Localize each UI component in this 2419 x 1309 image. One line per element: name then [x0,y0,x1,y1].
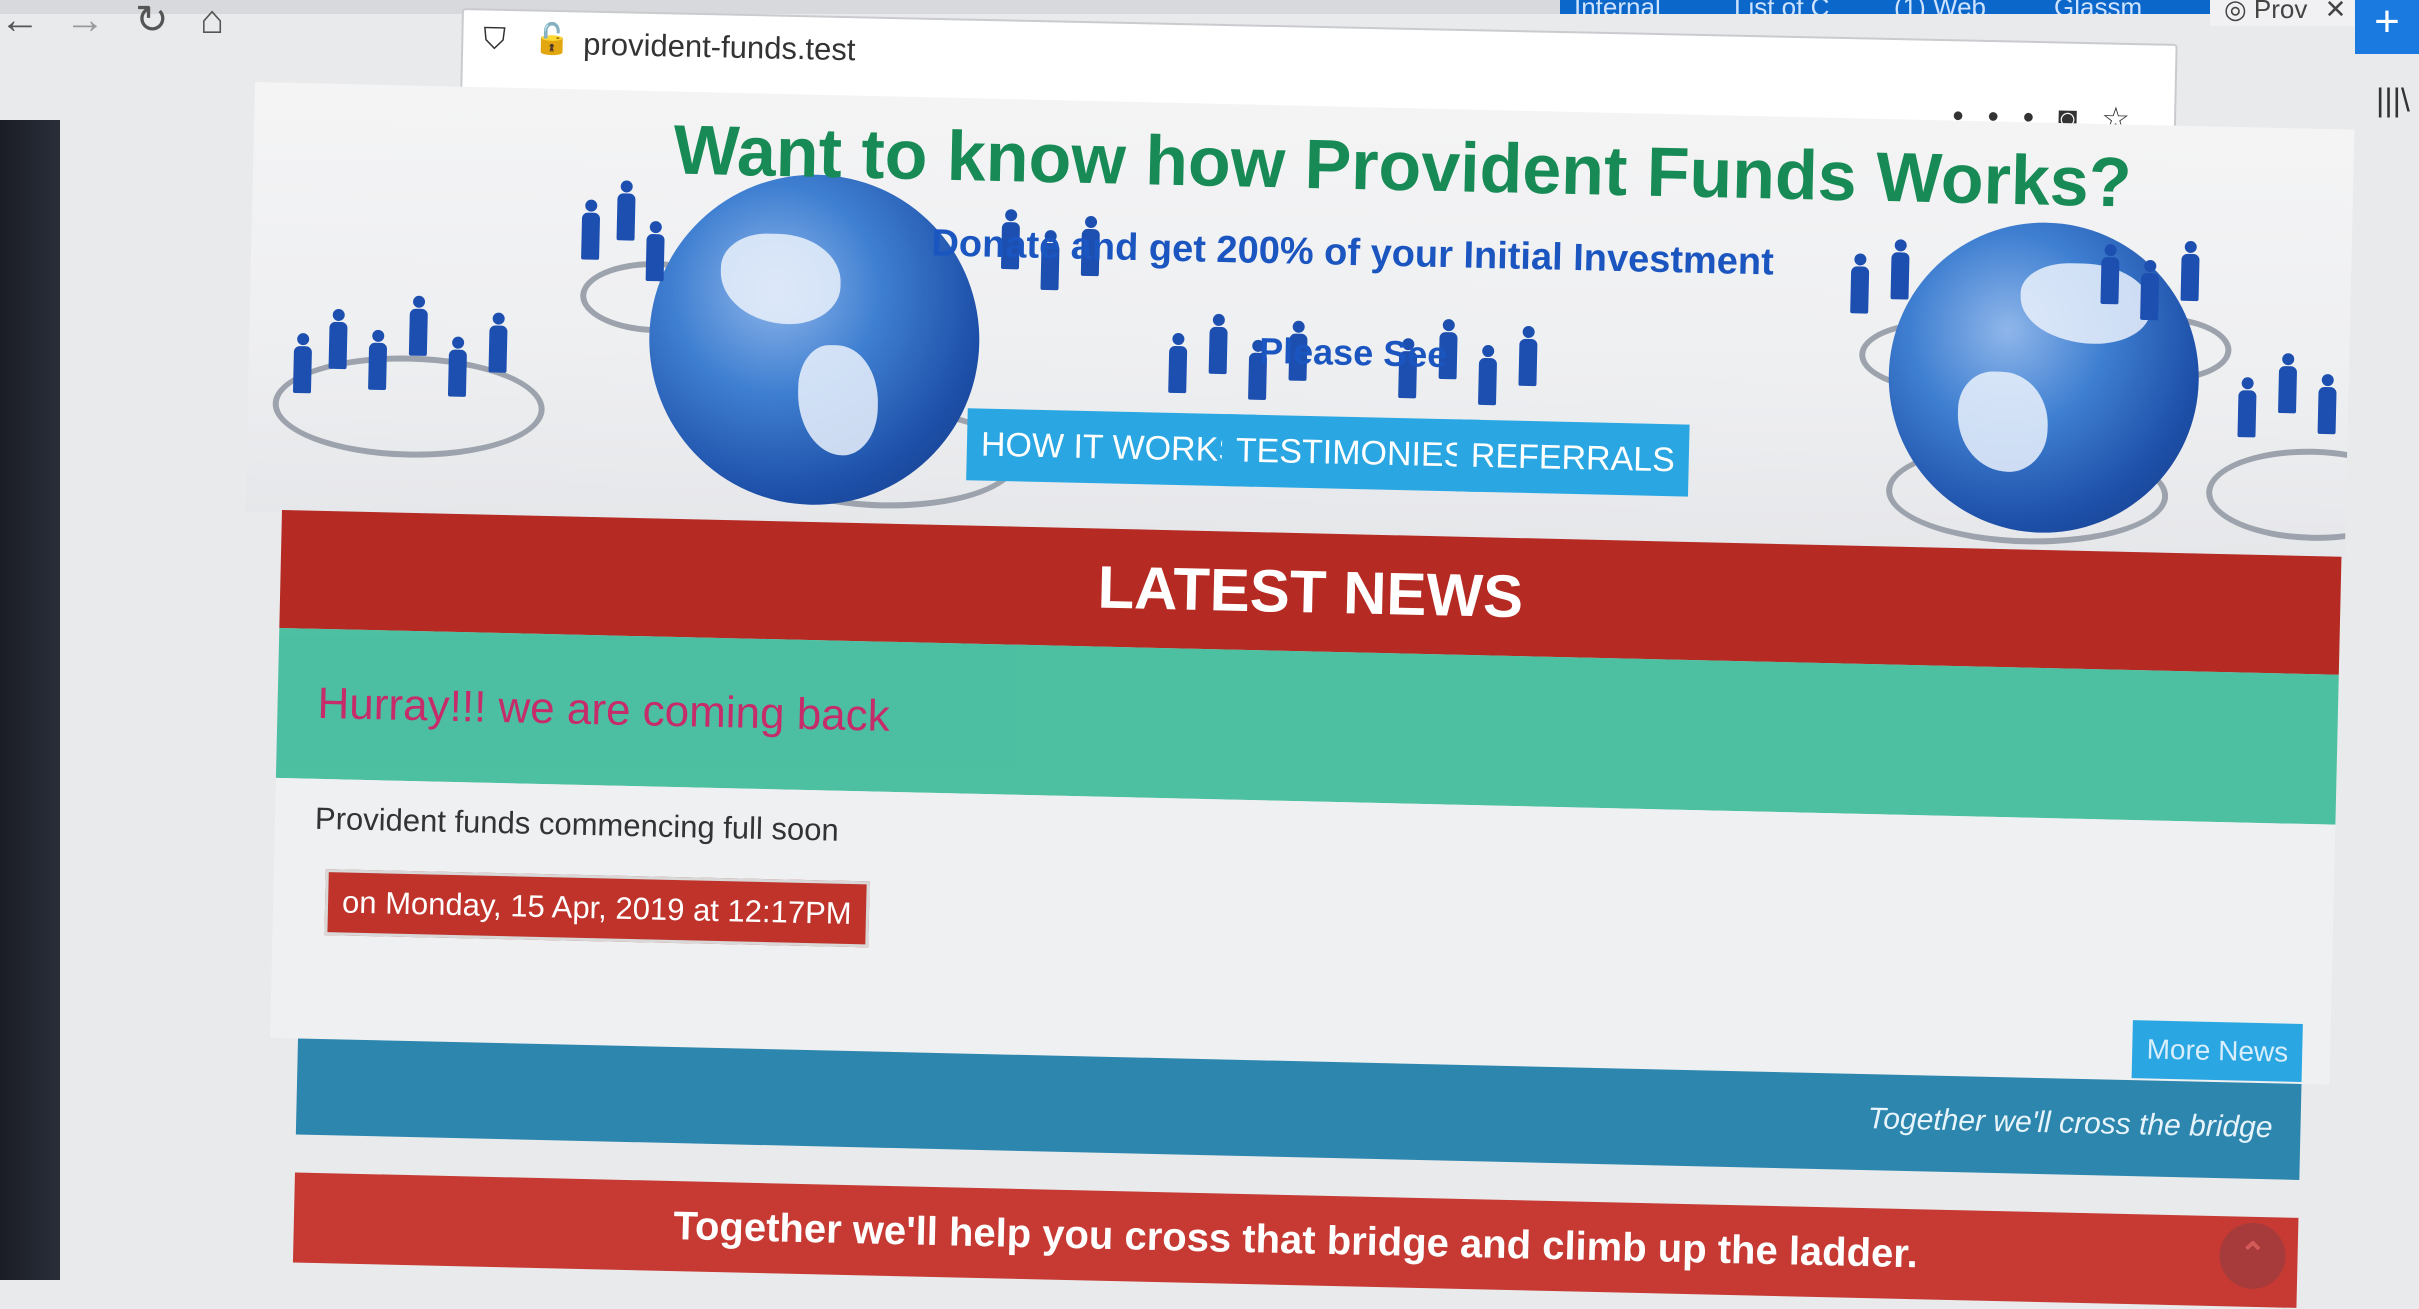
library-icon[interactable]: |||\ [2376,82,2410,119]
hero-banner: Want to know how Provident Funds Works? … [245,82,2355,560]
url-text[interactable]: provident-funds.test [583,27,856,69]
bridge-text: Together we'll help you cross that bridg… [673,1204,1919,1277]
news-body: Provident funds commencing full soon on … [270,777,2336,1085]
chevron-up-icon: ⌃ [2238,1235,2267,1273]
forward-icon[interactable]: → [65,0,105,40]
bridge-banner: Together we'll help you cross that bridg… [292,1172,2299,1308]
home-icon[interactable]: ⌂ [200,0,224,40]
reload-icon[interactable]: ↻ [135,0,169,40]
shield-icon[interactable]: ⛉ [483,22,506,56]
insecure-lock-icon[interactable]: 🔓 [533,22,571,58]
please-see-text: Please See [1258,329,1448,376]
latest-news-section: LATEST NEWS Hurray!!! we are coming back… [265,510,2342,1309]
footer-tagline: Together we'll cross the bridge [1867,1102,2273,1145]
news-date-badge: on Monday, 15 Apr, 2019 at 12:17PM [324,869,870,948]
how-it-works-button[interactable]: HOW IT WORKS [966,408,1256,487]
monitor-bezel [0,120,60,1280]
ring-decoration [2205,446,2355,544]
back-icon[interactable]: ← [0,0,40,40]
news-text: Provident funds commencing full soon [314,800,840,848]
more-news-button[interactable]: More News [2131,1020,2303,1082]
referrals-button[interactable]: REFERRALS [1456,419,1690,497]
testimonies-button[interactable]: TESTIMONIES [1221,414,1482,492]
